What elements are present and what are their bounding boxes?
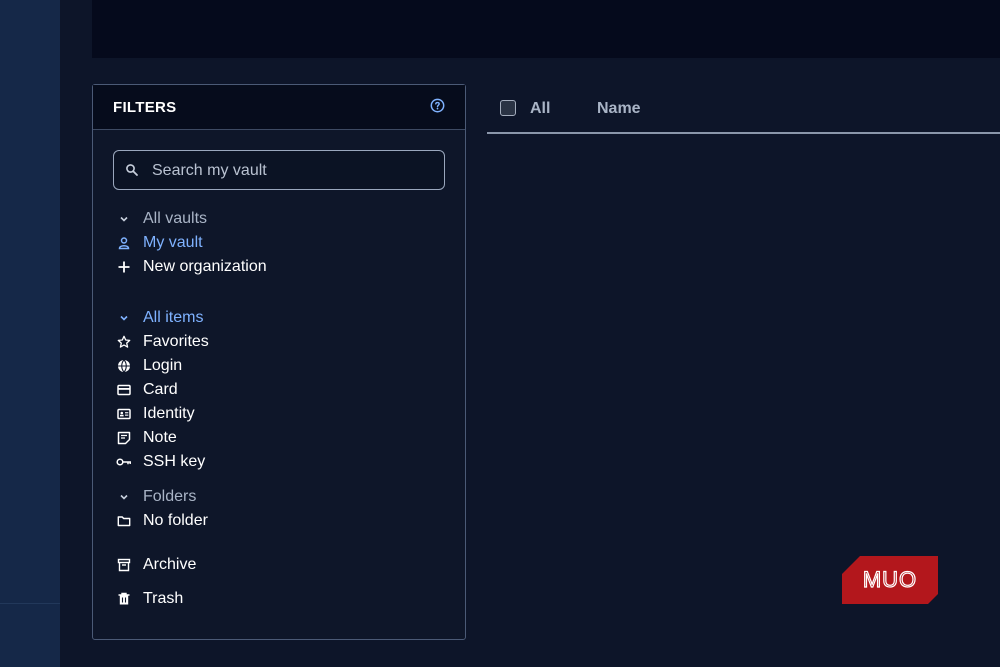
- search-icon: [126, 164, 138, 176]
- sidebar-divider: [0, 603, 60, 604]
- filters-panel: FILTERS All vaults My vault New organiza…: [92, 84, 466, 640]
- type-item-label: SSH key: [143, 453, 206, 470]
- vault-item-my-vault[interactable]: My vault: [115, 232, 203, 254]
- archive-item[interactable]: Archive: [115, 554, 196, 576]
- type-item-label: Identity: [143, 405, 195, 422]
- key-icon: [115, 453, 133, 471]
- top-header-bar: [92, 0, 1000, 58]
- type-item-login[interactable]: Login: [115, 355, 182, 377]
- archive-icon: [115, 556, 133, 574]
- trash-item[interactable]: Trash: [115, 588, 183, 610]
- folder-item-label: No folder: [143, 512, 208, 529]
- type-item-label: Card: [143, 381, 178, 398]
- all-vaults-toggle[interactable]: All vaults: [115, 208, 207, 230]
- chevron-down-icon: [115, 488, 133, 506]
- muo-watermark-logo: MUO: [842, 556, 938, 604]
- id-card-icon: [115, 405, 133, 423]
- folders-toggle[interactable]: Folders: [115, 486, 196, 508]
- select-all-label[interactable]: All: [530, 100, 550, 118]
- vault-item-label: New organization: [143, 258, 267, 275]
- type-item-label: Favorites: [143, 333, 209, 350]
- folder-icon: [115, 512, 133, 530]
- watermark-text: MUO: [863, 567, 917, 592]
- chevron-down-icon: [115, 210, 133, 228]
- type-item-identity[interactable]: Identity: [115, 403, 195, 425]
- note-icon: [115, 429, 133, 447]
- help-icon[interactable]: [430, 98, 445, 113]
- credit-card-icon: [115, 381, 133, 399]
- folders-label: Folders: [143, 488, 197, 505]
- star-icon: [115, 333, 133, 351]
- type-item-label: Note: [143, 429, 177, 446]
- all-items-toggle[interactable]: All items: [115, 307, 203, 329]
- type-item-label: Login: [143, 357, 183, 374]
- folder-item-no-folder[interactable]: No folder: [115, 510, 208, 532]
- filters-title: FILTERS: [113, 99, 177, 116]
- archive-label: Archive: [143, 556, 197, 573]
- vault-item-label: My vault: [143, 234, 203, 251]
- user-icon: [115, 234, 133, 252]
- plus-icon: [115, 258, 133, 276]
- search-box[interactable]: [113, 150, 445, 191]
- chevron-down-icon: [115, 309, 133, 327]
- all-vaults-label: All vaults: [143, 210, 208, 227]
- type-item-ssh-key[interactable]: SSH key: [115, 451, 205, 473]
- vault-item-new-organization[interactable]: New organization: [115, 256, 267, 278]
- type-item-favorites[interactable]: Favorites: [115, 331, 209, 353]
- search-input[interactable]: [150, 151, 434, 191]
- item-list-header: All Name: [487, 84, 1000, 134]
- type-item-card[interactable]: Card: [115, 379, 178, 401]
- name-column-header[interactable]: Name: [597, 100, 641, 118]
- trash-label: Trash: [143, 590, 184, 607]
- select-all-checkbox[interactable]: [500, 100, 516, 116]
- left-sidebar: [0, 0, 60, 667]
- trash-icon: [115, 590, 133, 608]
- type-item-note[interactable]: Note: [115, 427, 177, 449]
- globe-icon: [115, 357, 133, 375]
- all-items-label: All items: [143, 309, 204, 326]
- filters-header: FILTERS: [93, 85, 465, 130]
